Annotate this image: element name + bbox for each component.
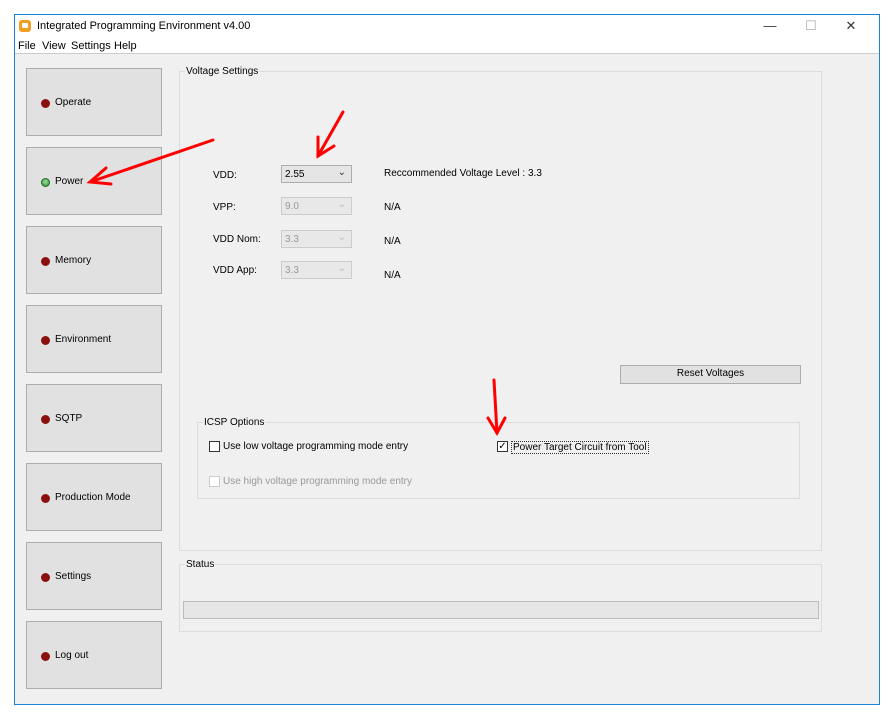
arrow-to-power-target-icon: [486, 378, 507, 437]
arrow-to-power-icon: [86, 138, 215, 186]
arrow-to-vdd-icon: [316, 110, 345, 159]
annotation-arrows: [86, 110, 507, 437]
